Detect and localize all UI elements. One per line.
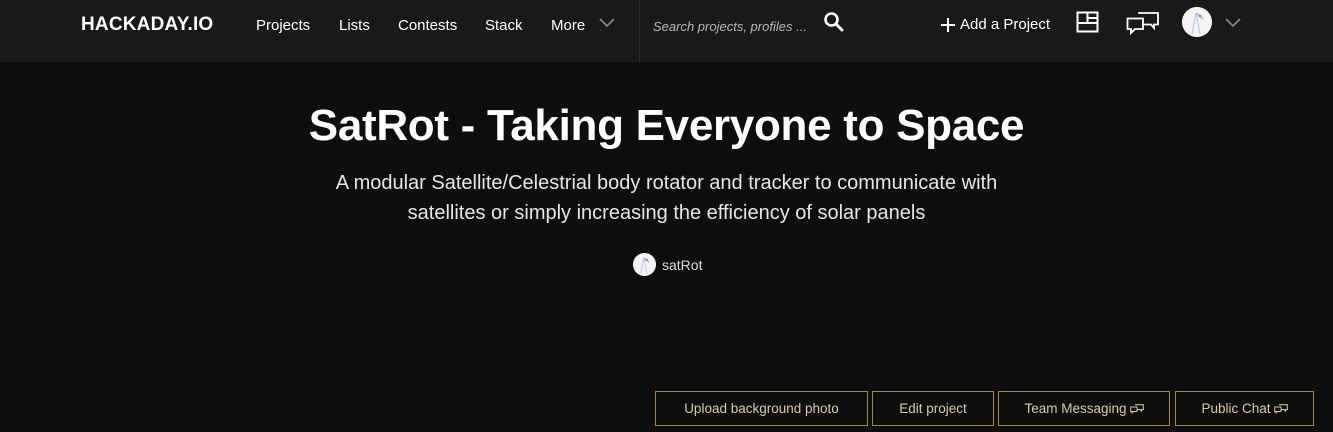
messages-icon[interactable] [1126, 11, 1160, 35]
dashboard-icon[interactable] [1076, 11, 1099, 33]
team-messaging-label: Team Messaging [1024, 401, 1127, 416]
nav-contests[interactable]: Contests [398, 17, 457, 34]
edit-project-button[interactable]: Edit project [872, 391, 994, 426]
chevron-down-icon[interactable] [599, 18, 615, 28]
nav-projects[interactable]: Projects [256, 17, 310, 34]
add-project-button[interactable]: Add a Project [940, 16, 1050, 33]
project-author[interactable]: satRot [633, 253, 702, 276]
nav-lists[interactable]: Lists [339, 17, 370, 34]
team-messaging-button[interactable]: Team Messaging [998, 391, 1170, 426]
chevron-down-icon[interactable] [1225, 18, 1241, 28]
author-avatar[interactable] [633, 253, 656, 276]
top-navigation-bar: HACKADAY.IO Projects Lists Contests Stac… [0, 0, 1333, 62]
user-avatar[interactable] [1182, 7, 1212, 37]
nav-divider [639, 0, 640, 62]
nav-more[interactable]: More [551, 17, 585, 34]
chat-bubbles-icon [1129, 403, 1144, 414]
site-logo[interactable]: HACKADAY.IO [81, 14, 213, 36]
chat-bubbles-icon [1273, 403, 1288, 414]
nav-stack[interactable]: Stack [485, 17, 523, 34]
public-chat-button[interactable]: Public Chat [1175, 391, 1314, 426]
edit-project-label: Edit project [899, 401, 967, 416]
search-input[interactable] [653, 14, 817, 38]
add-project-label: Add a Project [960, 16, 1051, 33]
search-icon[interactable] [823, 11, 845, 33]
author-name[interactable]: satRot [662, 257, 702, 273]
project-title: SatRot - Taking Everyone to Space [308, 101, 1025, 150]
project-summary: A modular Satellite/Celestrial body rota… [335, 172, 998, 224]
upload-background-photo-button[interactable]: Upload background photo [655, 391, 868, 426]
public-chat-label: Public Chat [1201, 401, 1271, 416]
upload-background-photo-label: Upload background photo [684, 401, 839, 416]
plus-icon [940, 17, 956, 33]
